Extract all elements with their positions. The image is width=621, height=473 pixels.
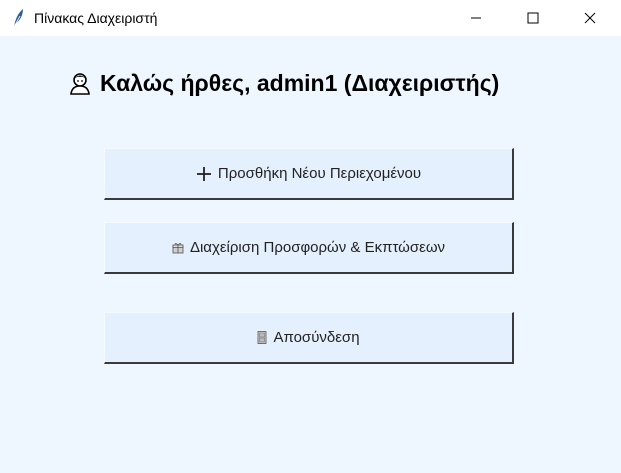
add-content-label: Προσθήκη Νέου Περιεχομένου bbox=[217, 165, 422, 182]
manage-offers-label: Διαχείριση Προσφορών & Εκπτώσεων bbox=[189, 239, 446, 256]
plus-icon bbox=[196, 166, 212, 182]
minimize-button[interactable] bbox=[453, 0, 499, 36]
door-icon bbox=[257, 331, 267, 344]
gift-icon bbox=[172, 242, 184, 254]
logout-button[interactable]: Αποσύνδεση bbox=[104, 312, 514, 364]
page-title: Καλώς ήρθες, admin1 (Διαχειριστής) bbox=[68, 66, 499, 100]
title-bar: Πίνακας Διαχειριστή bbox=[0, 0, 621, 36]
feather-icon bbox=[11, 8, 25, 28]
close-button[interactable] bbox=[567, 0, 613, 36]
maximize-icon bbox=[527, 12, 539, 24]
close-icon bbox=[584, 12, 596, 24]
welcome-text: Καλώς ήρθες, admin1 (Διαχειριστής) bbox=[100, 69, 500, 96]
logout-label: Αποσύνδεση bbox=[273, 329, 360, 346]
minimize-icon bbox=[471, 17, 481, 19]
admin-user-icon bbox=[70, 73, 90, 95]
maximize-button[interactable] bbox=[510, 0, 556, 36]
manage-offers-button[interactable]: Διαχείριση Προσφορών & Εκπτώσεων bbox=[104, 222, 514, 274]
window-title: Πίνακας Διαχειριστή bbox=[34, 10, 158, 26]
add-content-button[interactable]: Προσθήκη Νέου Περιεχομένου bbox=[104, 148, 514, 200]
